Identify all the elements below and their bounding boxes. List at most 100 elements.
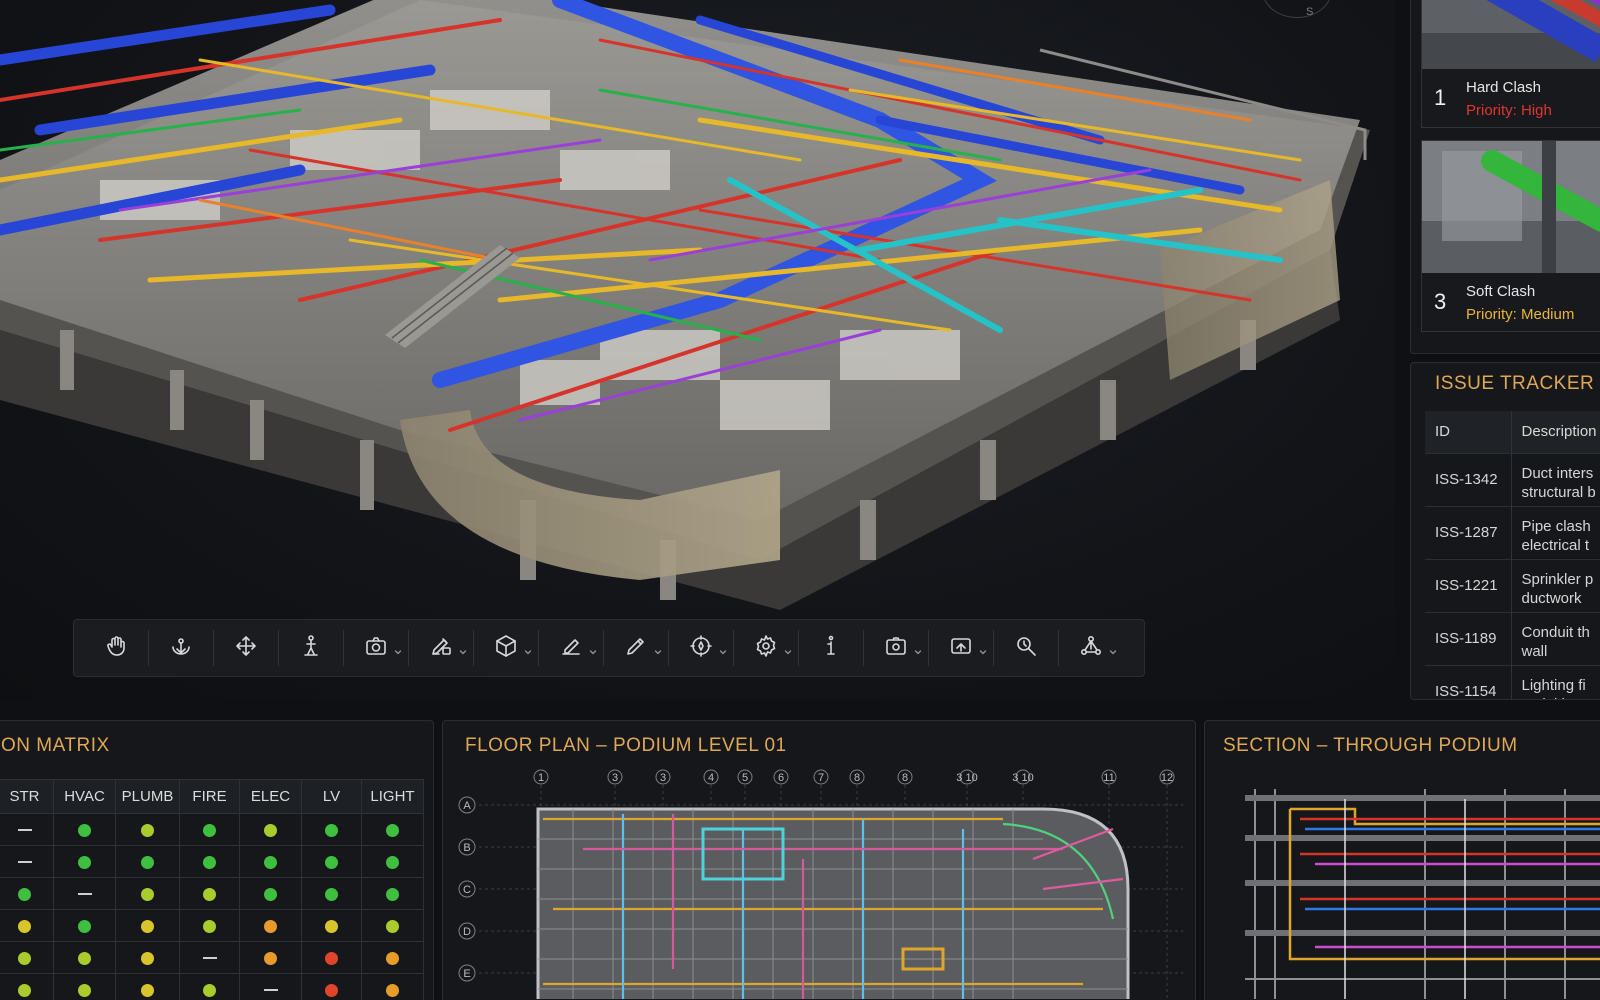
matrix-cell[interactable] (53, 909, 116, 942)
clash-tool-button[interactable] (1059, 627, 1123, 669)
status-dot-lime (18, 951, 31, 965)
chevron-down-icon[interactable] (979, 643, 987, 655)
matrix-cell[interactable] (115, 813, 180, 846)
matrix-cell[interactable] (179, 813, 240, 846)
measure-icon (1014, 634, 1038, 663)
matrix-cell[interactable] (361, 909, 424, 942)
matrix-cell[interactable] (0, 941, 54, 974)
clash-card-1[interactable]: 1 Hard Clash Priority: High (1421, 0, 1600, 128)
export-icon (949, 634, 973, 663)
matrix-cell[interactable] (361, 877, 424, 910)
measure-tool-button[interactable] (994, 627, 1058, 669)
matrix-cell[interactable] (301, 941, 362, 974)
matrix-cell[interactable] (179, 877, 240, 910)
chevron-down-icon[interactable] (719, 643, 727, 655)
matrix-cell[interactable] (115, 941, 180, 974)
matrix-cell[interactable] (179, 941, 240, 974)
status-dot-green (264, 887, 277, 901)
chevron-down-icon[interactable] (1109, 643, 1117, 655)
pan-tool-button[interactable] (84, 627, 148, 669)
matrix-cell[interactable] (301, 877, 362, 910)
model-viewport[interactable]: S (0, 0, 1395, 700)
matrix-row (0, 941, 424, 974)
status-dot-green (78, 823, 91, 837)
matrix-cell[interactable] (0, 813, 54, 846)
matrix-cell[interactable] (115, 973, 180, 1000)
issue-row[interactable]: ISS-1342 Duct inters structural b (1425, 452, 1600, 506)
matrix-cell[interactable] (239, 909, 302, 942)
grid-row-label: A (463, 800, 471, 812)
issue-row[interactable]: ISS-1154Lighting fisprinkler zo (1425, 664, 1600, 699)
chevron-down-icon[interactable] (914, 643, 922, 655)
chevron-down-icon[interactable] (524, 643, 532, 655)
matrix-cell[interactable] (361, 973, 424, 1000)
matrix-cell[interactable] (53, 877, 116, 910)
issue-id: ISS-1287 (1425, 505, 1512, 559)
clash-card-3[interactable]: 3 Soft Clash Priority: Medium (1421, 140, 1600, 332)
matrix-cell[interactable] (301, 813, 362, 846)
matrix-cell[interactable] (115, 845, 180, 878)
matrix-cell[interactable] (239, 941, 302, 974)
section-drawing[interactable] (1205, 769, 1600, 999)
move-tool-button[interactable] (214, 627, 278, 669)
walk-tool-button[interactable] (279, 627, 343, 669)
chevron-down-icon[interactable] (394, 643, 402, 655)
issue-row[interactable]: ISS-1287 Pipe clash electrical t (1425, 505, 1600, 559)
matrix-cell[interactable] (239, 813, 302, 846)
matrix-cell[interactable] (0, 973, 54, 1000)
edit-tool-button[interactable] (539, 627, 603, 669)
grid-column-label: 4 (708, 772, 714, 784)
chevron-down-icon[interactable] (589, 643, 597, 655)
settings-tool-button[interactable] (734, 627, 798, 669)
viewport-toolbar (73, 619, 1145, 677)
matrix-cell[interactable] (53, 973, 116, 1000)
matrix-cell[interactable] (53, 941, 116, 974)
column-header-description[interactable]: Description (1511, 411, 1600, 453)
pencil-tool-button[interactable] (604, 627, 668, 669)
matrix-cell[interactable] (115, 909, 180, 942)
matrix-cell[interactable] (239, 973, 302, 1000)
matrix-cell[interactable] (361, 813, 424, 846)
column-header-id[interactable]: ID (1425, 411, 1512, 453)
issue-description-line: Sprinkler p (1521, 570, 1594, 588)
matrix-column-header: STR (0, 779, 54, 814)
issue-description: Duct inters structural b (1511, 452, 1600, 506)
matrix-cell[interactable] (115, 877, 180, 910)
matrix-cell[interactable] (0, 845, 54, 878)
markup-tool-button[interactable] (409, 627, 473, 669)
matrix-cell[interactable] (179, 909, 240, 942)
clash-thumbnail (1422, 0, 1600, 69)
matrix-cell[interactable] (53, 813, 116, 846)
chevron-down-icon[interactable] (654, 643, 662, 655)
matrix-cell[interactable] (0, 909, 54, 942)
matrix-cell[interactable] (53, 845, 116, 878)
matrix-cell[interactable] (179, 973, 240, 1000)
floor-plan-drawing[interactable]: 1 3 3 4 5 6 7 8 8 3 10 3 10 11 12 A B C D E (443, 769, 1196, 999)
matrix-cell[interactable] (301, 973, 362, 1000)
building-model[interactable] (0, 0, 1395, 700)
matrix-cell[interactable] (361, 845, 424, 878)
export-tool-button[interactable] (929, 627, 993, 669)
issue-table: ID Description ISS-1342 Duct inters struct… (1425, 411, 1600, 699)
snapshot-tool-button[interactable] (864, 627, 928, 669)
matrix-cell[interactable] (239, 845, 302, 878)
issue-description-line: structural b (1521, 483, 1596, 501)
issue-row[interactable]: ISS-1189 Conduit th wall (1425, 611, 1600, 665)
matrix-cell[interactable] (179, 845, 240, 878)
issue-id: ISS-1342 (1425, 452, 1512, 506)
matrix-cell[interactable] (361, 941, 424, 974)
matrix-cell[interactable] (301, 845, 362, 878)
chevron-down-icon[interactable] (459, 643, 467, 655)
model-tool-button[interactable] (474, 627, 538, 669)
issue-row[interactable]: ISS-1221 Sprinkler p ductwork (1425, 558, 1600, 612)
chevron-down-icon[interactable] (784, 643, 792, 655)
matrix-cell[interactable] (301, 909, 362, 942)
orbit-tool-button[interactable] (149, 627, 213, 669)
matrix-cell[interactable] (239, 877, 302, 910)
properties-tool-button[interactable] (799, 627, 863, 669)
matrix-cell[interactable] (0, 877, 54, 910)
matrix-row (0, 845, 424, 878)
navigation-tool-button[interactable] (669, 627, 733, 669)
status-dot-green (78, 919, 91, 933)
camera-tool-button[interactable] (344, 627, 408, 669)
